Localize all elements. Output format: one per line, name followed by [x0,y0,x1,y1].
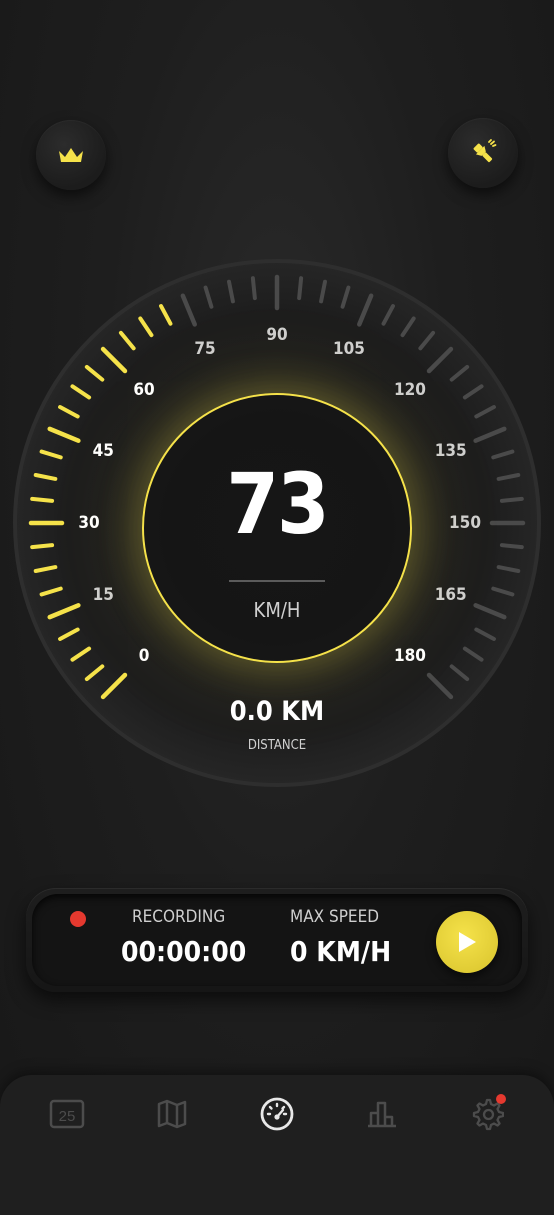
gauge-scale-label: 15 [92,584,114,605]
distance-value: 0.0 KM [229,696,325,727]
speedometer-icon [260,1097,294,1131]
gauge-scale-label: 120 [393,380,426,401]
gauge-scale-label: 60 [133,380,155,401]
gauge-minor-tick [297,276,304,301]
distance-label: DISTANCE [247,738,307,753]
gauge-scale-label: 75 [194,339,216,360]
gauge-scale-label: 135 [434,441,467,462]
speed-unit: KM/H [253,598,301,622]
nav-calendar[interactable]: 25 [47,1096,87,1132]
recording-indicator [70,911,86,927]
gauge-minor-tick [499,543,524,550]
gauge-scale-label: 0 [138,645,150,666]
play-button[interactable] [436,911,498,973]
calendar-icon: 25 [49,1099,85,1129]
gauge-minor-tick [499,496,524,503]
recording-label: RECORDING [132,907,226,927]
max-speed-value: 0 KM/H [290,935,392,968]
current-speed: 73 [226,455,329,553]
gauge-minor-tick [30,496,55,503]
gauge-scale-label: 90 [266,325,288,345]
recording-time: 00:00:00 [121,935,247,968]
gauge-minor-tick [30,543,55,550]
gauge-scale-label: 45 [92,441,114,462]
gauge-scale-label: 105 [332,339,365,360]
map-icon [157,1099,187,1129]
gauge-scale-label: 165 [434,584,467,605]
stats-icon [368,1101,396,1128]
gauge-minor-tick [250,276,257,301]
calendar-day: 25 [59,1108,76,1125]
max-speed-label: MAX SPEED [290,907,380,927]
notification-badge [496,1094,506,1104]
speed-divider [229,580,325,582]
nav-statistics[interactable] [362,1096,402,1132]
play-icon [459,932,476,952]
gauge-scale-label: 180 [393,645,426,666]
nav-speedometer[interactable] [257,1096,297,1132]
gauge-scale-label: 30 [78,513,100,533]
gauge-scale-label: 150 [449,513,481,533]
nav-map[interactable] [152,1096,192,1132]
